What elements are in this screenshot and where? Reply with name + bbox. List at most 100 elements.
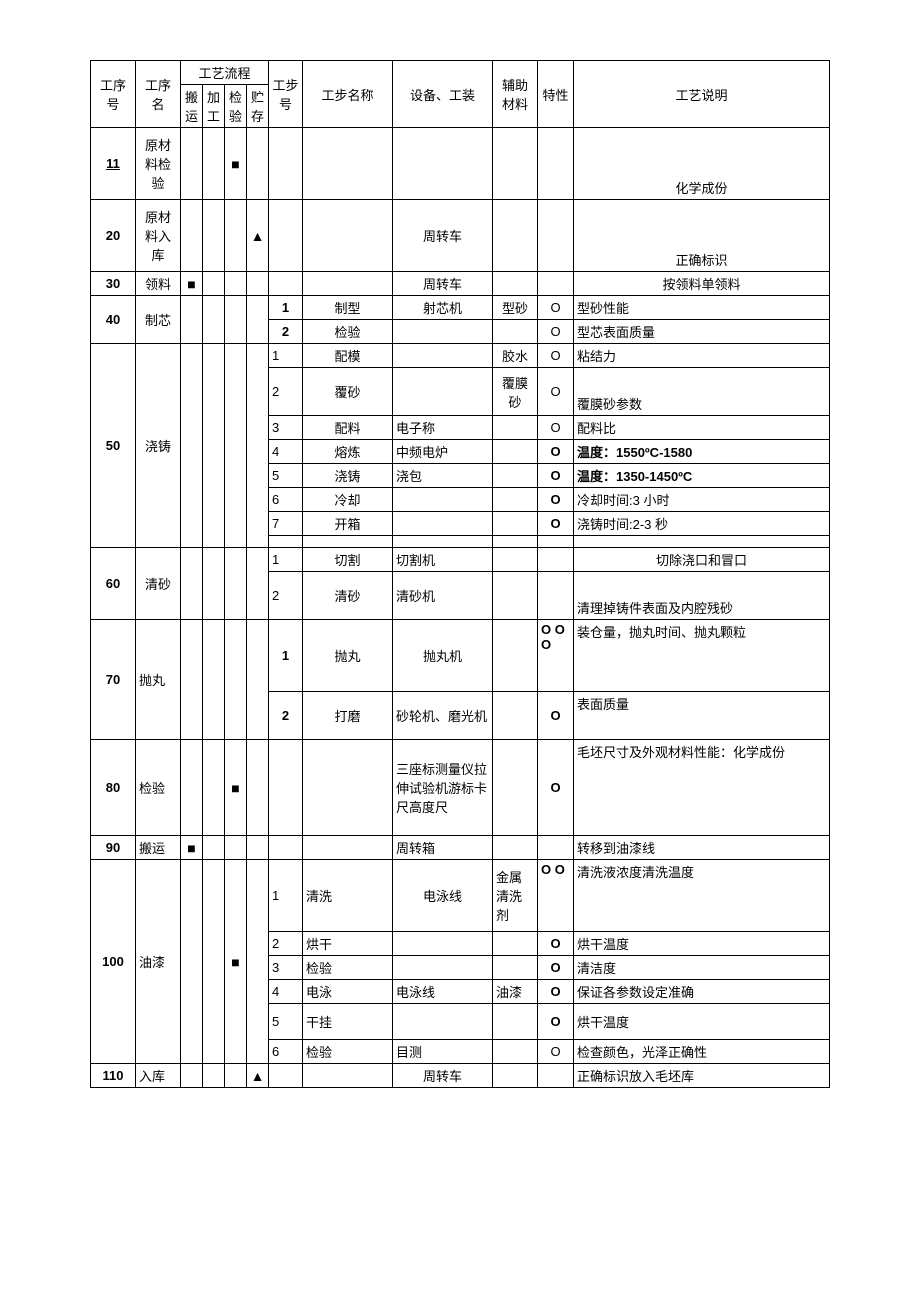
char-cell xyxy=(538,836,574,860)
square-icon: ■ xyxy=(225,128,247,200)
char-cell xyxy=(538,572,574,620)
table-row: 50浇铸1配模胶水O粘结力 xyxy=(91,344,830,368)
square-icon: ■ xyxy=(225,860,247,1064)
char-cell xyxy=(538,1064,574,1088)
step-name: 电泳 xyxy=(303,980,393,1004)
proc-no: 80 xyxy=(91,740,136,836)
equip-cell: 目测 xyxy=(393,1040,493,1064)
table-row: 40制芯1制型射芯机型砂O型砂性能 xyxy=(91,296,830,320)
desc-cell: 正确标识 xyxy=(574,200,830,272)
flow-cell xyxy=(247,272,269,296)
aux-cell xyxy=(493,1004,538,1040)
aux-cell: 覆膜砂 xyxy=(493,368,538,416)
proc-name: 原材料入库 xyxy=(136,200,181,272)
aux-cell xyxy=(493,1040,538,1064)
aux-cell xyxy=(493,1064,538,1088)
proc-name: 浇铸 xyxy=(136,344,181,548)
hdr-flow-group: 工艺流程 xyxy=(181,61,269,85)
flow-cell xyxy=(181,740,203,836)
step-name xyxy=(303,740,393,836)
flow-cell xyxy=(181,1064,203,1088)
flow-cell xyxy=(247,548,269,620)
char-cell: O xyxy=(538,1040,574,1064)
hdr-aux: 辅助材料 xyxy=(493,61,538,128)
char-cell: O xyxy=(538,692,574,740)
proc-name: 入库 xyxy=(136,1064,181,1088)
step-name xyxy=(303,128,393,200)
desc-cell: 切除浇口和冒口 xyxy=(574,548,830,572)
step-no xyxy=(269,836,303,860)
desc-cell: 烘干温度 xyxy=(574,932,830,956)
desc-cell: 检查颜色，光泽正确性 xyxy=(574,1040,830,1064)
proc-no: 40 xyxy=(91,296,136,344)
flow-cell xyxy=(247,296,269,344)
desc-cell: 温度：1350-1450ºC xyxy=(574,464,830,488)
char-cell: O xyxy=(538,932,574,956)
step-name xyxy=(303,536,393,548)
char-cell: O xyxy=(538,740,574,836)
step-name: 干挂 xyxy=(303,1004,393,1040)
desc-cell: 表面质量 xyxy=(574,692,830,740)
flow-cell xyxy=(225,548,247,620)
step-name: 熔炼 xyxy=(303,440,393,464)
equip-cell: 周转车 xyxy=(393,272,493,296)
proc-name: 清砂 xyxy=(136,548,181,620)
desc-cell: 按领料单领料 xyxy=(574,272,830,296)
aux-cell xyxy=(493,932,538,956)
char-cell: O xyxy=(538,296,574,320)
flow-cell xyxy=(181,296,203,344)
step-name xyxy=(303,200,393,272)
desc-cell: 化学成份 xyxy=(574,128,830,200)
aux-cell: 油漆 xyxy=(493,980,538,1004)
desc-cell: 保证各参数设定准确 xyxy=(574,980,830,1004)
desc-cell: 毛坯尺寸及外观材料性能：化学成份 xyxy=(574,740,830,836)
desc-cell: 清洗液浓度清洗温度 xyxy=(574,860,830,932)
flow-cell xyxy=(247,344,269,548)
proc-name: 油漆 xyxy=(136,860,181,1064)
step-no xyxy=(269,1064,303,1088)
equip-cell xyxy=(393,128,493,200)
step-name: 烘干 xyxy=(303,932,393,956)
flow-cell xyxy=(247,740,269,836)
flow-cell xyxy=(203,344,225,548)
desc-cell: 装仓量，抛丸时间、抛丸颗粒 xyxy=(574,620,830,692)
equip-cell: 周转车 xyxy=(393,1064,493,1088)
table-row: 110入库▲周转车正确标识放入毛坯库 xyxy=(91,1064,830,1088)
char-cell: O xyxy=(538,464,574,488)
desc-cell: 温度：1550ºC-1580 xyxy=(574,440,830,464)
proc-name: 抛丸 xyxy=(136,620,181,740)
step-no xyxy=(269,536,303,548)
aux-cell: 胶水 xyxy=(493,344,538,368)
equip-cell xyxy=(393,320,493,344)
equip-cell: 周转车 xyxy=(393,200,493,272)
step-name: 浇铸 xyxy=(303,464,393,488)
char-cell: O xyxy=(538,368,574,416)
char-cell xyxy=(538,548,574,572)
table-row: 100油漆■1清洗电泳线金属清洗剂O O清洗液浓度清洗温度 xyxy=(91,860,830,932)
hdr-step-no: 工步号 xyxy=(269,61,303,128)
hdr-proc-name: 工序名 xyxy=(136,61,181,128)
equip-cell xyxy=(393,488,493,512)
proc-no: 110 xyxy=(91,1064,136,1088)
flow-cell xyxy=(203,200,225,272)
desc-cell: 覆膜砂参数 xyxy=(574,368,830,416)
char-cell: O xyxy=(538,344,574,368)
desc-cell: 清洁度 xyxy=(574,956,830,980)
step-name: 检验 xyxy=(303,320,393,344)
step-name: 冷却 xyxy=(303,488,393,512)
step-name: 制型 xyxy=(303,296,393,320)
hdr-char: 特性 xyxy=(538,61,574,128)
desc-cell: 清理掉铸件表面及内腔残砂 xyxy=(574,572,830,620)
char-cell: O xyxy=(538,440,574,464)
hdr-equip: 设备、工装 xyxy=(393,61,493,128)
triangle-icon: ▲ xyxy=(247,200,269,272)
char-cell: O xyxy=(538,980,574,1004)
square-icon: ■ xyxy=(225,740,247,836)
step-no xyxy=(269,272,303,296)
desc-cell: 型芯表面质量 xyxy=(574,320,830,344)
flow-cell xyxy=(181,860,203,1064)
step-name: 清砂 xyxy=(303,572,393,620)
step-name xyxy=(303,1064,393,1088)
equip-cell: 清砂机 xyxy=(393,572,493,620)
table-row: 20原材料入库▲周转车正确标识 xyxy=(91,200,830,272)
